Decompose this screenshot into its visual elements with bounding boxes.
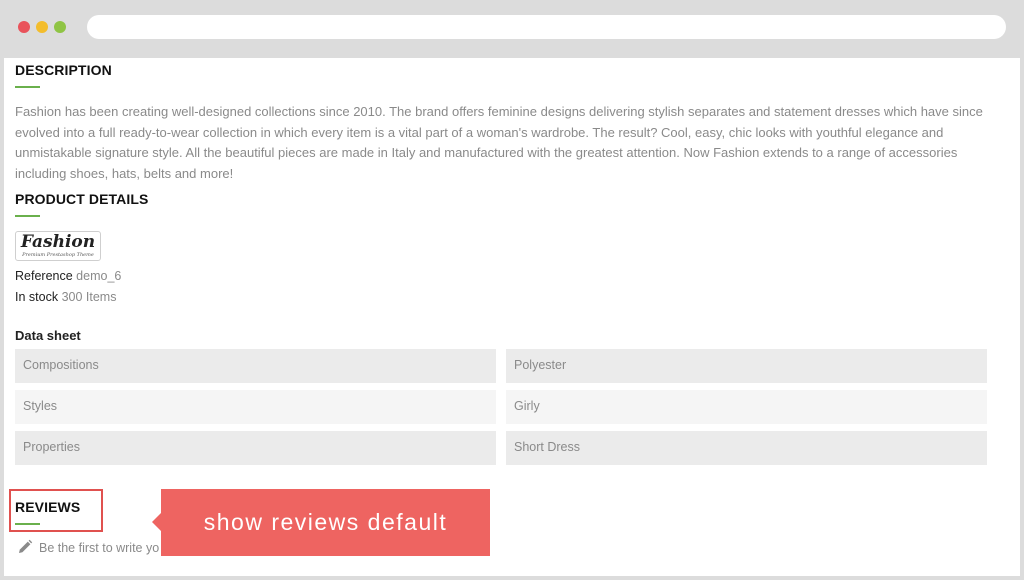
description-heading-underline [15, 86, 40, 88]
data-sheet-name: Compositions [15, 349, 496, 383]
write-review-link[interactable]: Be the first to write yo [17, 539, 159, 558]
brand-logo[interactable]: Fashion Premium Prestashop Theme [15, 231, 101, 261]
description-text: Fashion has been creating well-designed … [15, 104, 983, 181]
address-bar[interactable] [87, 15, 1006, 39]
product-page: DESCRIPTION Fashion has been creating we… [4, 58, 1020, 576]
product-details-heading: PRODUCT DETAILS [15, 191, 149, 207]
brand-logo-tagline: Premium Prestashop Theme [22, 252, 94, 258]
data-sheet-value: Short Dress [506, 431, 987, 465]
stock-label: In stock [15, 290, 59, 304]
stock-line: In stock 300 Items [15, 290, 116, 304]
product-details-heading-underline [15, 215, 40, 217]
write-review-text: Be the first to write yo [39, 540, 160, 555]
reference-value: demo_6 [76, 269, 122, 283]
minimize-window-button[interactable] [36, 21, 48, 33]
reference-label: Reference [15, 269, 73, 283]
description-heading: DESCRIPTION [15, 62, 112, 78]
maximize-window-button[interactable] [54, 21, 66, 33]
close-window-button[interactable] [18, 21, 30, 33]
data-sheet-name: Properties [15, 431, 496, 465]
reviews-highlight-box [9, 489, 103, 532]
browser-toolbar [0, 0, 1024, 58]
pencil-icon [17, 539, 33, 558]
data-sheet-value: Girly [506, 390, 987, 424]
data-sheet-name: Styles [15, 390, 496, 424]
callout-arrow [152, 513, 161, 531]
stock-value: 300 Items [61, 290, 117, 304]
data-sheet-title: Data sheet [15, 328, 81, 343]
callout-label: show reviews default [161, 489, 490, 556]
brand-logo-text: Fashion [20, 232, 96, 252]
reference-line: Reference demo_6 [15, 269, 121, 283]
data-sheet-value: Polyester [506, 349, 987, 383]
